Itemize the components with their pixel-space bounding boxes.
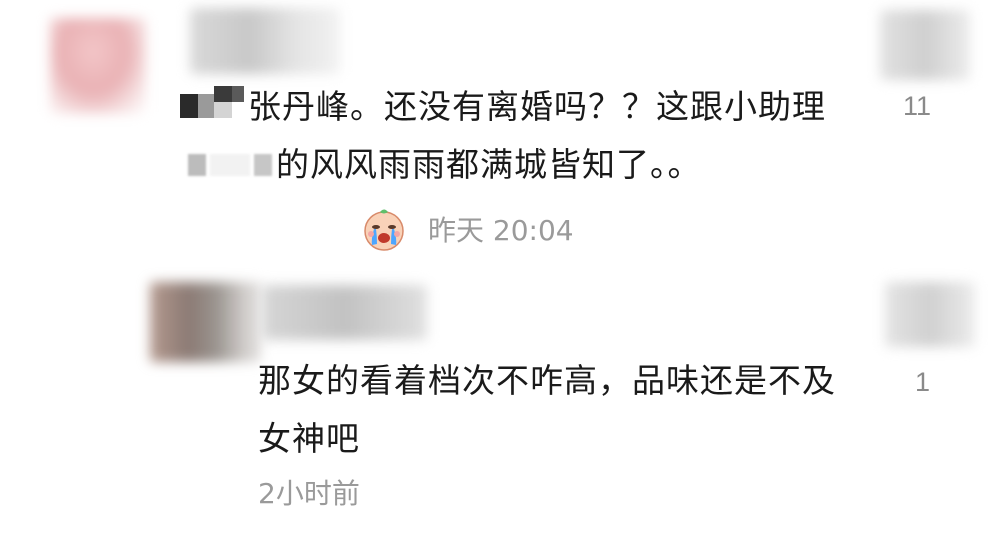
comment-meta: 昨天 20:04	[360, 205, 574, 253]
username[interactable]	[262, 285, 427, 340]
redacted-name-mosaic	[180, 142, 276, 180]
username[interactable]	[190, 8, 340, 74]
avatar[interactable]	[150, 282, 260, 362]
like-icon[interactable]	[885, 282, 975, 347]
redacted-name-mosaic	[180, 84, 244, 122]
comment-time: 2小时前	[258, 477, 360, 510]
comment-meta: 2小时前	[258, 472, 360, 512]
comment-time: 昨天 20:04	[428, 214, 574, 247]
like-count[interactable]: 11	[903, 91, 931, 122]
comment-text: 张丹峰。还没有离婚吗？？这跟小助理 的风风雨雨都满城皆知了。。	[180, 78, 840, 194]
like-icon[interactable]	[880, 10, 970, 80]
comment-text: 那女的看着档次不咋高，品味还是不及女神吧	[258, 361, 836, 458]
like-count[interactable]: 1	[915, 367, 930, 398]
comment-text-part-2: 的风风雨雨都满城皆知了。。	[276, 145, 702, 184]
comment-text-part-1: 张丹峰。还没有离婚吗？？这跟小助理	[248, 87, 826, 126]
avatar[interactable]	[50, 18, 146, 114]
crying-emoji-icon	[364, 209, 404, 251]
